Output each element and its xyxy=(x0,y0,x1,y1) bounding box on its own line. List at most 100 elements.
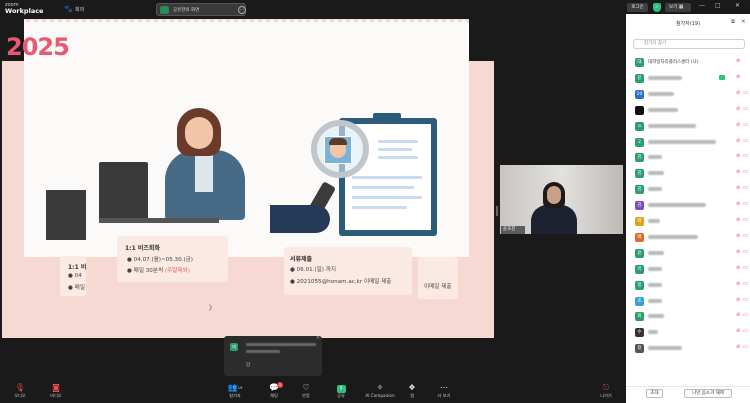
camera-off-icon: ▭ xyxy=(743,121,748,128)
chat-preview-popup[interactable] xyxy=(224,336,322,376)
close-panel-icon[interactable]: ✕ xyxy=(741,19,746,25)
participant-avatar: 박 xyxy=(635,217,644,226)
view-button[interactable]: 보기 ▦ xyxy=(665,3,691,12)
participant-search-input[interactable]: 참가자 찾기 xyxy=(633,39,745,49)
camera-off-icon: ▭ xyxy=(743,89,748,96)
partial-card-right-text: 이메일 제출 xyxy=(424,284,452,290)
doc-line xyxy=(378,140,418,143)
unmute-me-button[interactable]: 나만 음소거 해제 xyxy=(684,389,732,398)
mic-muted-icon[interactable]: ⊘ xyxy=(736,328,740,334)
heart-icon: ♡ xyxy=(302,383,310,392)
mic-muted-icon[interactable]: ⊘ xyxy=(736,138,740,144)
participant-row[interactable]: 최 ⊘ ▭ xyxy=(626,309,750,324)
camera-off-icon: ▭ xyxy=(743,153,748,160)
participant-name-blurred xyxy=(648,91,674,96)
participant-row[interactable]: 이 ⊘ ▭ xyxy=(626,262,750,277)
leave-icon: ⎋ xyxy=(602,383,610,392)
mic-muted-icon[interactable]: ⊘ xyxy=(736,344,740,350)
participant-name-blurred xyxy=(648,266,662,271)
mic-muted-icon[interactable]: ⊘ xyxy=(736,90,740,96)
sleeve-illustration xyxy=(270,205,330,233)
camera-off-icon: ▭ xyxy=(743,264,748,271)
mic-muted-icon[interactable]: ⊘ xyxy=(736,233,740,239)
participant-row[interactable]: 조 ⊘ ▭ xyxy=(626,294,750,309)
popout-icon[interactable]: ⧉ xyxy=(731,19,735,26)
mic-muted-icon[interactable]: ⊘ xyxy=(736,281,740,287)
camera-off-icon: ▭ xyxy=(743,217,748,223)
mic-muted-icon[interactable]: ⊘ xyxy=(736,185,740,191)
mic-muted-icon[interactable]: ⊘ xyxy=(736,201,740,207)
meeting-label[interactable]: 회의 xyxy=(75,6,84,13)
card-biz-schedule: ● 매일 30분씩 (주말제외) xyxy=(127,268,190,274)
ai-companion-button[interactable]: ✧ AI Companion xyxy=(362,383,398,403)
participant-row[interactable]: 김 ⊘ ▭ xyxy=(626,166,750,181)
maximize-button[interactable]: □ xyxy=(715,2,721,9)
doc-line xyxy=(352,176,422,179)
mic-muted-icon[interactable]: ⊘ xyxy=(736,153,740,159)
participant-row[interactable]: a ⊘ ▭ xyxy=(626,119,750,134)
video-button[interactable]: ◙ 비디오 xyxy=(40,383,72,403)
chat-sender-avatar: 대 xyxy=(230,343,238,351)
participant-row[interactable]: 김 ⊘ ▭ xyxy=(626,150,750,165)
participant-name-blurred xyxy=(648,282,662,287)
leave-button[interactable]: ⎋ 나가기 xyxy=(590,383,622,403)
participant-avatar: 조 xyxy=(635,296,644,306)
chat-button[interactable]: 💬 채팅 xyxy=(258,383,290,403)
mic-muted-icon[interactable]: ⊘ xyxy=(736,74,740,80)
camera-off-icon: ▭ xyxy=(743,105,748,112)
participant-name-blurred xyxy=(648,123,696,128)
participant-row[interactable]: 대 대학일자리플러스센터 (나) ⊘ xyxy=(626,55,750,70)
screen-share-indicator[interactable]: 공유한의 화면 ··· xyxy=(156,3,246,16)
more-button[interactable]: ⋯ 더 보기 xyxy=(428,383,460,403)
login-button[interactable]: 로그인 xyxy=(627,3,648,12)
participant-row[interactable]: 2 ⊘ ▭ xyxy=(626,135,750,150)
participant-row[interactable]: 윤 ⊘ ▭ xyxy=(626,246,750,261)
participant-row[interactable]: 김 ⊘ ▭ xyxy=(626,198,750,213)
participants-button[interactable]: 👥19 참가자 xyxy=(219,383,251,403)
share-button[interactable]: ↑ 공유 xyxy=(325,383,357,403)
camera-off-icon: ▭ xyxy=(743,328,748,335)
participant-row[interactable]: 윤 ⊘ xyxy=(626,71,750,86)
mic-muted-icon[interactable]: ⊘ xyxy=(736,58,740,64)
resume-hair-illustration xyxy=(329,138,347,145)
mic-muted-icon[interactable]: ⊘ xyxy=(736,312,740,318)
security-shield-icon[interactable]: ✓ xyxy=(653,3,661,12)
participant-row[interactable]: 박 ⊘ ▭ xyxy=(626,214,750,229)
mic-muted-icon[interactable]: ⊘ xyxy=(736,217,740,223)
camera-off-icon: ▭ xyxy=(743,185,748,192)
mic-muted-icon[interactable]: ⊘ xyxy=(736,169,740,175)
sparkle-icon: ✧ xyxy=(376,383,384,392)
participant-avatar: 윤 xyxy=(635,73,644,83)
mic-muted-icon[interactable]: ⊘ xyxy=(736,249,740,255)
woman-illustration-shirt xyxy=(195,152,213,192)
invite-button[interactable]: 초대 xyxy=(646,389,663,398)
participant-row[interactable]: 정 ⊘ ▭ xyxy=(626,278,750,293)
mic-muted-icon[interactable]: ⊘ xyxy=(736,106,740,112)
react-button[interactable]: ♡ 반응 xyxy=(290,383,322,403)
ellipsis-icon: ⋯ xyxy=(440,383,448,392)
slide-wave-border xyxy=(24,19,469,27)
participant-row[interactable]: 정 ⊘ ▭ xyxy=(626,341,750,356)
mic-muted-icon[interactable]: ⊘ xyxy=(736,265,740,271)
participant-name-blurred xyxy=(648,139,716,144)
participant-row[interactable]: 수 ⊘ ▭ xyxy=(626,325,750,340)
chat-reply-button[interactable]: 답 xyxy=(246,362,250,368)
apps-button[interactable]: ❖ 앱 xyxy=(396,383,428,403)
mic-muted-icon[interactable]: ⊘ xyxy=(736,297,740,303)
pane-splitter[interactable] xyxy=(496,206,498,216)
audio-button[interactable]: 🎙 오디오 xyxy=(4,383,36,403)
video-name-label: 윤호진 xyxy=(501,226,525,234)
minimize-button[interactable]: — xyxy=(699,2,705,9)
mic-muted-icon[interactable]: ⊘ xyxy=(736,122,740,128)
more-options-icon[interactable]: ··· xyxy=(238,6,246,14)
paw-icon[interactable]: 🐾 xyxy=(64,5,73,13)
participant-avatar: 김 xyxy=(635,153,644,163)
participant-row[interactable]: 20 ⊘ ▭ xyxy=(626,87,750,102)
chat-popup-close-icon[interactable]: ✕ xyxy=(316,336,320,341)
participant-row[interactable]: 김 ⊘ ▭ xyxy=(626,182,750,197)
participant-row[interactable]: ⊘ ▭ xyxy=(626,103,750,118)
participant-row[interactable]: 배 ⊘ ▭ xyxy=(626,230,750,245)
close-window-button[interactable]: ✕ xyxy=(735,2,740,9)
mic-muted-icon: 🎙 xyxy=(14,383,26,392)
doc-line xyxy=(352,186,414,189)
